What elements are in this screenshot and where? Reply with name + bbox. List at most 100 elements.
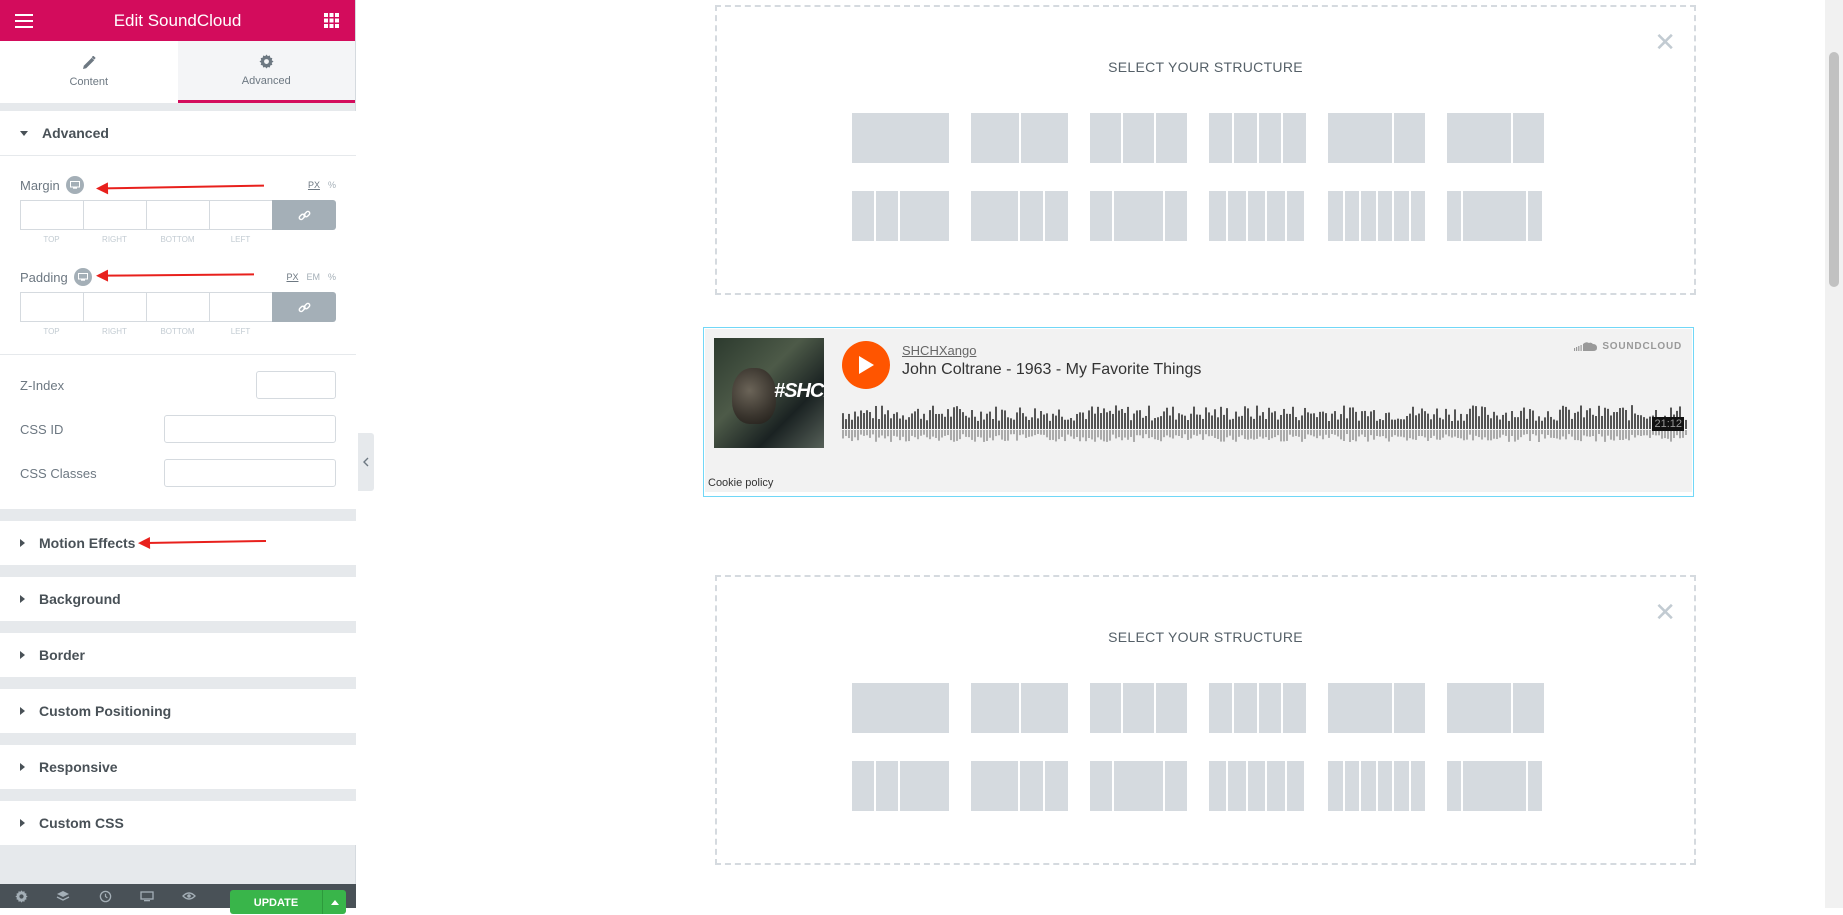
margin-unit-percent[interactable]: % <box>328 180 336 190</box>
history-icon[interactable] <box>98 889 112 903</box>
spacer <box>0 565 356 577</box>
section-border-toggle[interactable]: Border <box>0 633 356 677</box>
section-custom-css-toggle[interactable]: Custom CSS <box>0 801 356 845</box>
spacer <box>0 677 356 689</box>
padding-right-input[interactable] <box>83 292 146 322</box>
tab-advanced[interactable]: Advanced <box>177 41 355 103</box>
padding-link-button[interactable] <box>272 292 336 322</box>
padding-unit-em[interactable]: EM <box>306 272 320 282</box>
structure-preset[interactable] <box>971 761 1068 811</box>
soundcloud-logo[interactable]: SOUNDCLOUD <box>1574 341 1682 352</box>
soundcloud-player: #SHCH SHCHXango John Coltrane - 1963 - M… <box>705 329 1692 492</box>
collapse-panel-handle[interactable] <box>358 433 374 491</box>
section-advanced-toggle[interactable]: Advanced <box>0 111 356 155</box>
margin-bottom-input[interactable] <box>146 200 209 230</box>
z-index-input[interactable] <box>256 371 336 399</box>
structure-preset[interactable] <box>1209 113 1306 163</box>
padding-top-input[interactable] <box>20 292 83 322</box>
css-classes-control: CSS Classes <box>20 451 336 495</box>
padding-bottom-input[interactable] <box>146 292 209 322</box>
structure-preset[interactable] <box>971 113 1068 163</box>
editor-panel: Edit SoundCloud Content Advanced Advance… <box>0 0 356 914</box>
margin-label: Margin <box>20 177 60 193</box>
update-button[interactable]: UPDATE <box>230 890 346 914</box>
panel-title: Edit SoundCloud <box>113 10 242 30</box>
structure-preset[interactable] <box>1328 191 1425 241</box>
cookie-policy-link[interactable]: Cookie policy <box>708 477 773 489</box>
spacer <box>0 509 356 521</box>
structure-preset[interactable] <box>852 113 949 163</box>
structure-preset[interactable] <box>1447 191 1544 241</box>
margin-top-label: TOP <box>43 235 60 244</box>
margin-side-labels: TOP RIGHT BOTTOM LEFT <box>20 230 336 250</box>
waveform[interactable] <box>842 397 1688 445</box>
padding-unit-px[interactable]: PX <box>286 272 298 282</box>
grid-icon[interactable] <box>321 11 341 31</box>
margin-unit-px[interactable]: PX <box>308 180 320 190</box>
margin-left-input[interactable] <box>209 200 272 230</box>
structure-preset[interactable] <box>1447 761 1544 811</box>
section-border-title: Border <box>39 647 85 663</box>
responsive-mode-icon[interactable] <box>140 889 154 903</box>
structure-preset[interactable] <box>1090 191 1187 241</box>
margin-right-label: RIGHT <box>102 235 127 244</box>
structure-preset[interactable] <box>852 683 949 733</box>
margin-top-input[interactable] <box>20 200 83 230</box>
section-responsive-toggle[interactable]: Responsive <box>0 745 356 789</box>
structure-preset[interactable] <box>1328 761 1425 811</box>
margin-bottom-label: BOTTOM <box>160 235 195 244</box>
section-custom-positioning-toggle[interactable]: Custom Positioning <box>0 689 356 733</box>
section-advanced-title: Advanced <box>42 125 109 141</box>
structure-preset[interactable] <box>1209 683 1306 733</box>
css-id-input[interactable] <box>164 415 336 443</box>
padding-inputs <box>20 292 336 322</box>
caret-right-icon <box>20 539 25 547</box>
structure-preset[interactable] <box>971 191 1068 241</box>
structure-preset[interactable] <box>852 191 949 241</box>
page-scrollbar[interactable] <box>1825 0 1843 908</box>
scrollbar-thumb[interactable] <box>1829 52 1839 287</box>
margin-right-input[interactable] <box>83 200 146 230</box>
structure-selector-top: ✕ SELECT YOUR STRUCTURE <box>715 5 1696 295</box>
close-icon[interactable]: ✕ <box>1654 599 1676 625</box>
margin-control-header: Margin PX % <box>20 170 336 200</box>
structure-preset[interactable] <box>1209 191 1306 241</box>
play-button[interactable] <box>842 341 890 389</box>
structure-preset[interactable] <box>1447 113 1544 163</box>
preview-eye-icon[interactable] <box>182 889 196 903</box>
margin-link-button[interactable] <box>272 200 336 230</box>
update-options-button[interactable] <box>322 890 346 914</box>
structure-preset[interactable] <box>1328 683 1425 733</box>
structure-preset[interactable] <box>1090 683 1187 733</box>
padding-unit-percent[interactable]: % <box>328 272 336 282</box>
caret-right-icon <box>20 763 25 771</box>
css-classes-input[interactable] <box>164 459 336 487</box>
gear-icon <box>259 54 274 69</box>
close-icon[interactable]: ✕ <box>1654 29 1676 55</box>
structure-preset[interactable] <box>852 761 949 811</box>
margin-units: PX % <box>308 180 336 190</box>
hamburger-icon[interactable] <box>14 11 34 31</box>
track-artwork[interactable]: #SHCH <box>714 338 824 448</box>
settings-icon[interactable] <box>14 889 28 903</box>
structure-preset[interactable] <box>1090 761 1187 811</box>
desktop-icon[interactable] <box>73 268 92 286</box>
structure-preset[interactable] <box>1090 113 1187 163</box>
layers-icon[interactable] <box>56 889 70 903</box>
structure-preset[interactable] <box>1328 113 1425 163</box>
section-background-toggle[interactable]: Background <box>0 577 356 621</box>
track-title[interactable]: John Coltrane - 1963 - My Favorite Thing… <box>902 361 1201 379</box>
track-duration: 21:12 <box>1652 417 1684 431</box>
structure-preset[interactable] <box>1447 683 1544 733</box>
padding-left-input[interactable] <box>209 292 272 322</box>
structure-preset[interactable] <box>1209 761 1306 811</box>
structure-heading: SELECT YOUR STRUCTURE <box>1108 629 1303 645</box>
structure-preset[interactable] <box>971 683 1068 733</box>
tab-content[interactable]: Content <box>0 41 178 103</box>
section-custom-css-title: Custom CSS <box>39 815 124 831</box>
track-user-link[interactable]: SHCHXango <box>902 343 976 358</box>
link-icon <box>298 302 310 312</box>
desktop-icon[interactable] <box>65 176 84 194</box>
caret-right-icon <box>20 651 25 659</box>
soundcloud-widget[interactable]: #SHCH SHCHXango John Coltrane - 1963 - M… <box>703 327 1694 497</box>
